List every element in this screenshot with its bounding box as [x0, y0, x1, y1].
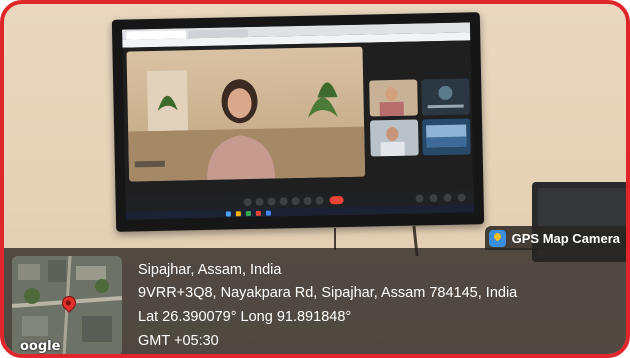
location-address: 9VRR+3Q8, Nayakpara Rd, Sipajhar, Assam …: [138, 285, 518, 301]
raise-hand-icon[interactable]: [303, 196, 312, 205]
camera-icon[interactable]: [255, 197, 264, 206]
wall-tv: [111, 12, 485, 232]
participant-tile: [369, 79, 418, 117]
location-place: Sipajhar, Assam, India: [138, 262, 282, 278]
present-icon[interactable]: [291, 196, 300, 206]
mic-icon[interactable]: [243, 197, 252, 207]
emoji-icon[interactable]: [279, 197, 288, 206]
participant-tile: [369, 119, 419, 157]
start-icon[interactable]: [225, 211, 231, 217]
participant-scene: [128, 70, 366, 182]
wall-cable: [334, 228, 336, 250]
main-participant-video: [126, 46, 366, 182]
more-options-icon[interactable]: [315, 196, 324, 205]
gps-brand-label: GPS Map Camera: [511, 230, 620, 246]
end-call-icon[interactable]: [329, 196, 344, 205]
map-attribution: oogle: [20, 339, 61, 354]
participant-tile: [421, 118, 471, 156]
info-icon[interactable]: [415, 194, 424, 203]
taskbar-app-icon[interactable]: [255, 210, 261, 216]
participant-tile: [421, 78, 470, 116]
location-coordinates: Lat 26.390079° Long 91.891848°: [138, 309, 352, 325]
map-thumbnail: oogle: [12, 256, 122, 354]
location-timezone: GMT +05:30: [138, 333, 219, 349]
taskbar-app-icon[interactable]: [265, 210, 271, 216]
video-call-area: [122, 40, 474, 198]
tv-screen: [122, 22, 474, 220]
gps-brand-badge: GPS Map Camera: [484, 226, 626, 250]
captions-icon[interactable]: [267, 197, 276, 206]
photo-frame: GPS Map Camera oogle Sipajhar, Assam, In…: [0, 0, 630, 358]
people-icon[interactable]: [429, 194, 438, 203]
chat-icon[interactable]: [443, 193, 452, 202]
activities-icon[interactable]: [457, 193, 466, 202]
taskbar-app-icon[interactable]: [235, 211, 241, 217]
taskbar-app-icon[interactable]: [245, 211, 251, 217]
gps-map-camera-icon: [488, 229, 506, 247]
